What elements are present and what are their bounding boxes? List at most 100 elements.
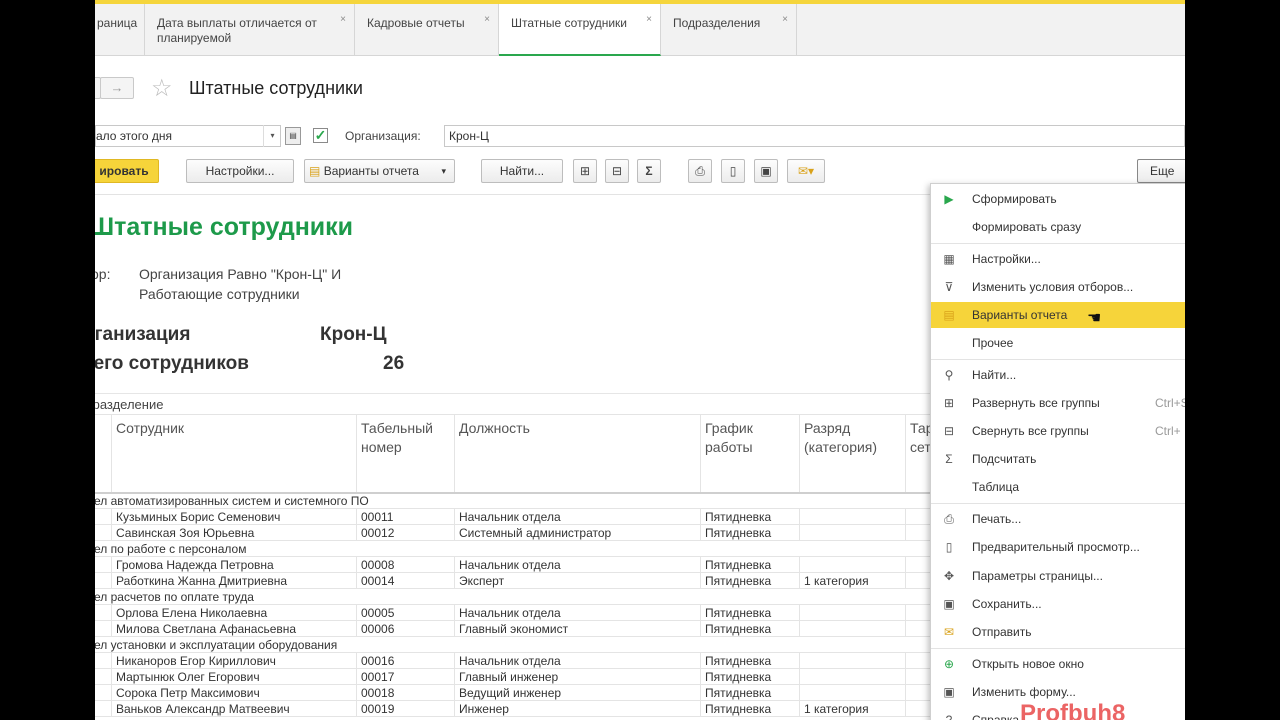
settings-button[interactable]: Настройки... [186,159,294,183]
table-group-row[interactable]: ел установки и эксплуатации оборудования [95,636,956,653]
table-cell: Системный администратор [454,524,701,541]
report-variants-button[interactable]: ▤ Варианты отчета ▾ [304,159,455,183]
menu-item[interactable]: Таблица [931,474,1185,500]
menu-item[interactable]: ⚲ Найти... [931,362,1185,388]
tab-departments[interactable]: Подразделения × [661,4,797,56]
table-cell: Начальник отдела [454,556,701,573]
chevron-down-icon[interactable]: ▾ [263,125,281,147]
table-row[interactable]: Сорока Петр Максимович 00018 Ведущий инжен… [95,684,956,701]
table-cell: 00012 [356,524,455,541]
table-row[interactable]: Милова Светлана Афанасьевна 00006 Главный … [95,620,956,637]
table-cell [799,668,906,685]
mail-icon[interactable]: ✉▾ [787,159,825,183]
table-cell [95,620,112,637]
find-button[interactable]: Найти... [481,159,563,183]
table-row[interactable]: Савинская Зоя Юрьевна 00012 Системный адми… [95,524,956,541]
close-icon[interactable]: × [646,12,652,27]
close-icon[interactable]: × [340,12,346,27]
table-cell [799,652,906,669]
table-cell: 00014 [356,572,455,589]
table-cell: Работкина Жанна Дмитриевна [111,572,357,589]
table-row[interactable]: Мартынюк Олег Егорович 00017 Главный инжен… [95,668,956,685]
preview-icon[interactable]: ▯ [721,159,745,183]
organization-checkbox[interactable]: ✓ [313,128,328,143]
table-cell: Ведущий инженер [454,684,701,701]
edit-form-icon: ▣ [943,685,955,699]
organization-field[interactable]: Крон-Ц [444,125,1185,147]
table-group-row[interactable]: ел автоматизированных систем и системног… [95,492,956,509]
generate-button[interactable]: ировать [95,159,159,183]
report-divider [95,393,930,394]
menu-item-label: Изменить условия отборов... [972,280,1134,294]
menu-item[interactable]: ▦ Настройки... [931,246,1185,272]
table-row[interactable]: Работкина Жанна Дмитриевна 00014 Эксперт Пя… [95,572,956,589]
tab-label: раница [97,16,138,30]
table-cell: Кузьминых Борис Семенович [111,508,357,525]
menu-item[interactable]: ⎙ Печать... [931,506,1185,532]
window: раница Дата выплаты отличается от планир… [95,0,1185,720]
table-header-cell[interactable]: Сотрудник [111,414,357,494]
more-button[interactable]: Еще [1137,159,1185,183]
tab-hr-reports[interactable]: Кадровые отчеты × [355,4,499,56]
table-row[interactable]: Орлова Елена Николаевна 00005 Начальник от… [95,604,956,621]
menu-item[interactable]: Σ Подсчитать [931,446,1185,472]
table-cell: Пятидневка [700,524,800,541]
print-icon[interactable]: ⎙ [688,159,712,183]
table-group-row[interactable]: ел по работе с персоналом [95,540,956,557]
play-icon: ▶ [944,192,954,206]
sum-icon[interactable]: Σ [637,159,661,183]
table-cell [95,684,112,701]
table-cell: Пятидневка [700,700,800,717]
table-header-cell[interactable]: График работы [700,414,800,494]
table-cell: 00017 [356,668,455,685]
table-row[interactable]: Кузьминых Борис Семенович 00011 Начальник … [95,508,956,525]
menu-item[interactable]: ✥ Параметры страницы... [931,563,1185,589]
table-header-cell[interactable]: Должность [454,414,701,494]
menu-item[interactable]: ✉ Отправить [931,619,1185,645]
menu-item[interactable]: ▶ Сформировать [931,186,1185,212]
table-cell [799,684,906,701]
group-header: дразделение [95,397,164,412]
hand-pointer-icon: ☚ [1087,310,1102,327]
save-icon[interactable]: ▣ [754,159,778,183]
table-row[interactable]: Ваньков Александр Матвеевич 00019 Инженер П… [95,700,956,717]
menu-item[interactable]: ⊟ Свернуть все группы Ctrl+ [931,418,1185,444]
table-row[interactable]: Громова Надежда Петровна 00008 Начальник о… [95,556,956,573]
tab-start-page[interactable]: раница [95,4,145,56]
menu-item[interactable]: ▯ Предварительный просмотр... [931,534,1185,560]
period-field[interactable]: ало этого дня [95,125,281,147]
table-header-cell[interactable]: Разряд (категория) [799,414,906,494]
table-cell: Пятидневка [700,684,800,701]
menu-item[interactable]: Формировать сразу [931,214,1185,240]
new-window-icon: ⊕ [943,657,955,671]
table-cell: Никаноров Егор Кириллович [111,652,357,669]
menu-item[interactable]: ▤ Варианты отчета ☚ [931,302,1185,328]
menu-item[interactable]: ⊽ Изменить условия отборов... [931,274,1185,300]
expand-groups-icon[interactable]: ⊞ [573,159,597,183]
table-group-row[interactable]: ел расчетов по оплате труда [95,588,956,605]
calendar-icon[interactable]: ▤ [285,127,301,145]
table-cell: Пятидневка [700,572,800,589]
table-row[interactable]: Никаноров Егор Кириллович 00016 Начальник … [95,652,956,669]
table-cell: Пятидневка [700,556,800,573]
table-header-cell[interactable]: Табельный номер [356,414,455,494]
table-cell: 00019 [356,700,455,717]
tab-staff-employees[interactable]: Штатные сотрудники × [499,4,661,56]
close-icon[interactable]: × [484,12,490,27]
menu-item[interactable]: Прочее [931,330,1185,356]
menu-item-label: Печать... [972,512,1022,526]
total-employees-label: сего сотрудников [95,353,249,374]
close-icon[interactable]: × [782,12,788,27]
table-cell: 00011 [356,508,455,525]
tab-payment-date[interactable]: Дата выплаты отличается от планируемой × [145,4,355,56]
group-name: ел расчетов по оплате труда [95,588,956,605]
menu-separator [931,243,1185,244]
collapse-groups-icon[interactable]: ⊟ [605,159,629,183]
table-cell: 00006 [356,620,455,637]
menu-item[interactable]: ⊕ Открыть новое окно [931,651,1185,677]
menu-item[interactable]: ▣ Сохранить... [931,591,1185,617]
forward-button[interactable]: → [100,77,134,99]
favorite-star-icon[interactable]: ☆ [151,74,173,103]
menu-item[interactable]: ⊞ Развернуть все группы Ctrl+S [931,390,1185,416]
sum-icon: Σ [945,452,953,466]
